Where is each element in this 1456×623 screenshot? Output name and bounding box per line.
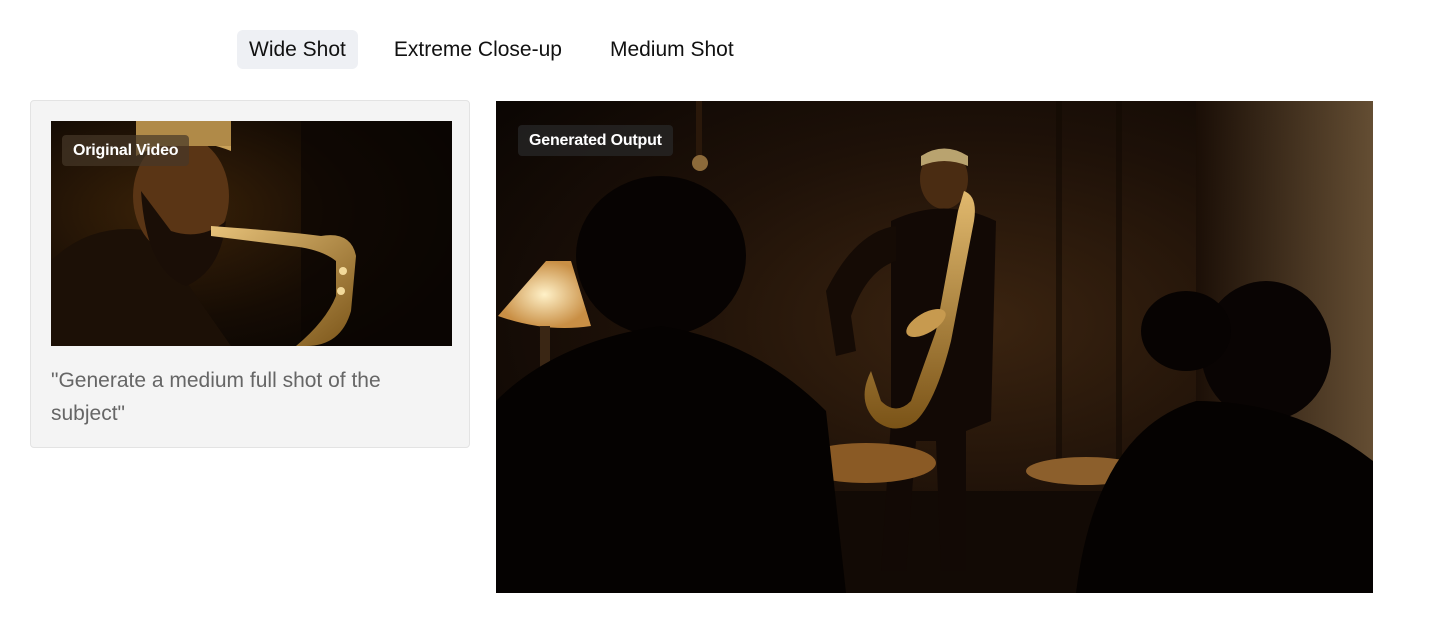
original-video-thumbnail[interactable]: Original Video — [51, 121, 452, 346]
original-video-badge: Original Video — [62, 135, 190, 166]
original-video-card: Original Video "Generate a medium full s… — [30, 100, 470, 448]
generated-output-image — [496, 101, 1373, 593]
shot-type-tabs: Wide Shot Extreme Close-up Medium Shot — [237, 30, 746, 69]
tab-wide-shot[interactable]: Wide Shot — [237, 30, 358, 69]
generated-output-badge: Generated Output — [518, 125, 673, 156]
prompt-text: "Generate a medium full shot of the subj… — [51, 369, 381, 425]
generated-output-panel[interactable]: Generated Output — [496, 101, 1373, 593]
tab-extreme-close-up[interactable]: Extreme Close-up — [382, 30, 574, 69]
tab-medium-shot[interactable]: Medium Shot — [598, 30, 746, 69]
